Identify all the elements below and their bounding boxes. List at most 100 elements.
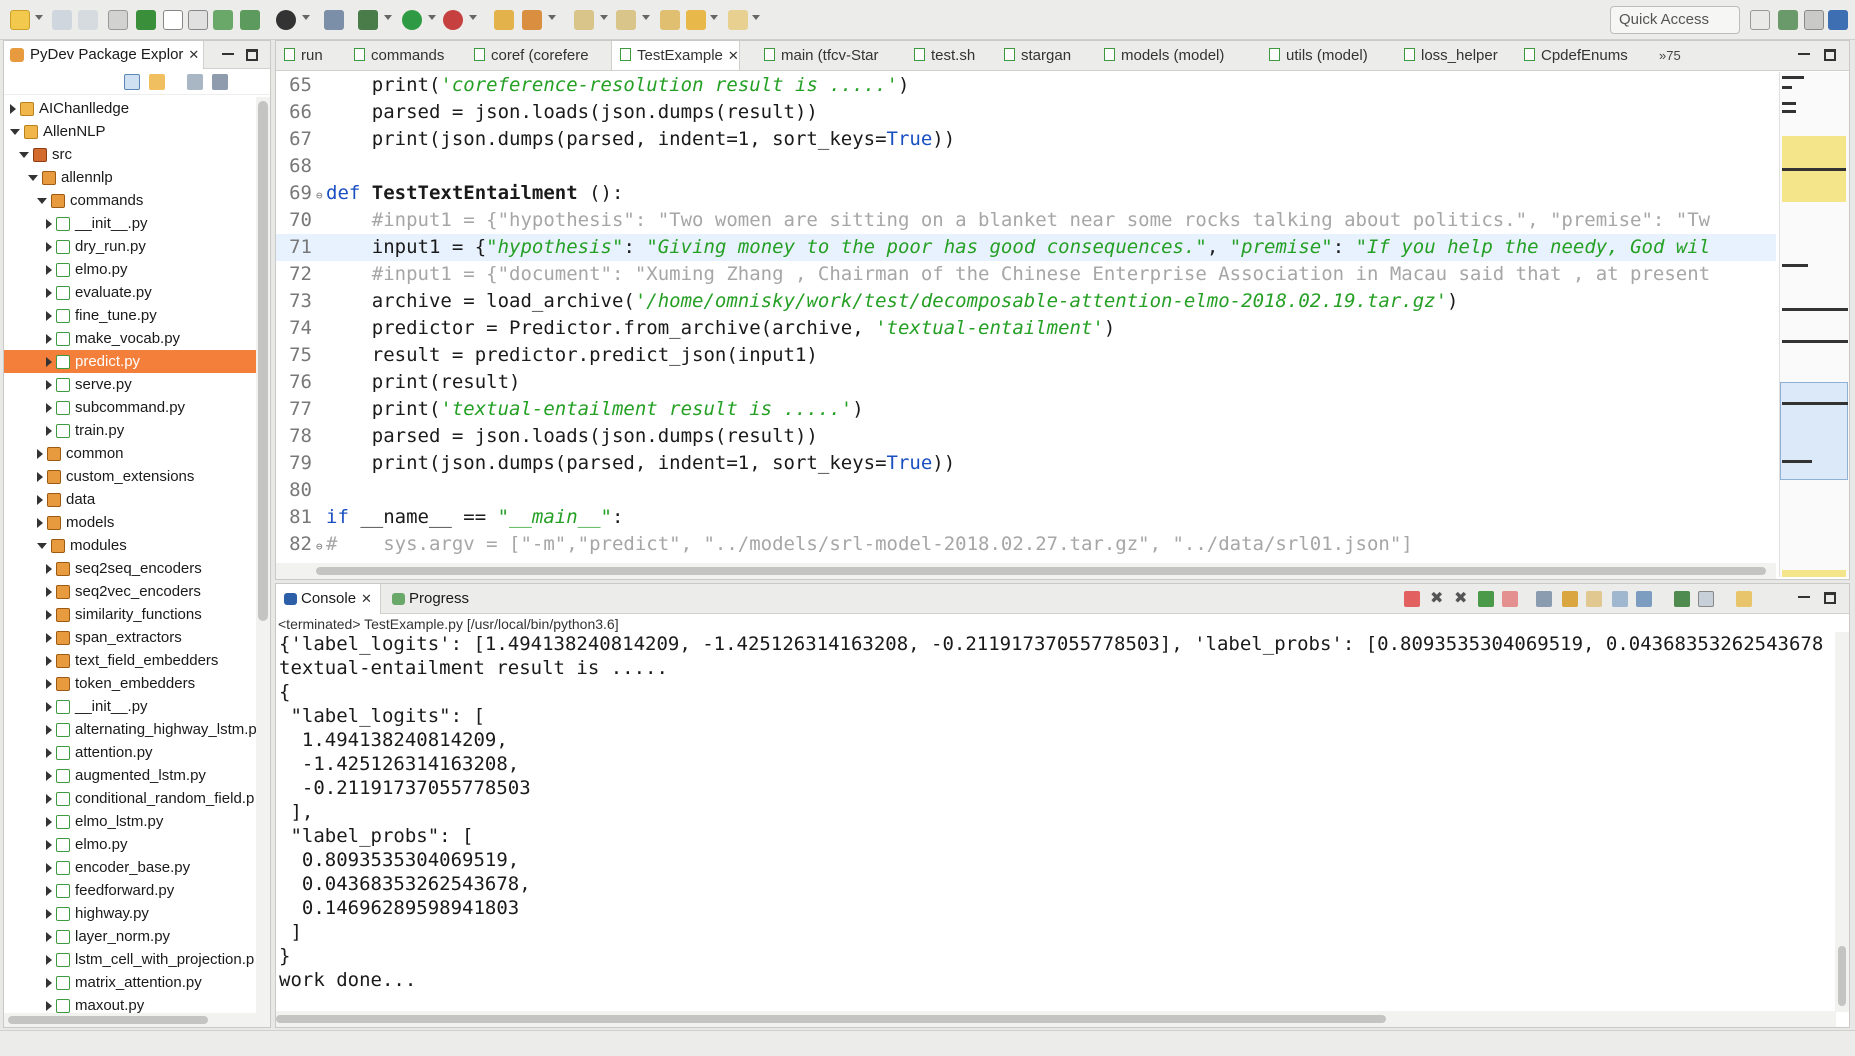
overview-marker[interactable] <box>1782 340 1848 343</box>
link-with-editor-icon[interactable] <box>149 74 165 90</box>
new-console-icon[interactable] <box>1736 591 1752 607</box>
collapsed-arrow-icon[interactable] <box>10 104 16 115</box>
collapsed-arrow-icon[interactable] <box>46 840 52 851</box>
overview-occurrence-marker[interactable] <box>1782 570 1846 577</box>
tree-item[interactable]: AIChanlledge <box>4 97 256 120</box>
collapsed-arrow-icon[interactable] <box>46 242 52 253</box>
collapsed-arrow-icon[interactable] <box>46 955 52 966</box>
pydev-icon[interactable] <box>213 10 233 30</box>
tree-item[interactable]: layer_norm.py <box>4 925 256 948</box>
next-annotation-dropdown-icon[interactable] <box>600 15 608 20</box>
tree-vertical-scroll-thumb[interactable] <box>258 101 268 621</box>
collapsed-arrow-icon[interactable] <box>46 633 52 644</box>
expanded-arrow-icon[interactable] <box>10 129 20 136</box>
console-vertical-scrollbar[interactable] <box>1835 632 1849 1012</box>
minimize-icon[interactable] <box>222 49 234 55</box>
tab-overflow-indicator[interactable]: »75 <box>1659 48 1681 63</box>
console-horizontal-scroll-thumb[interactable] <box>276 1015 1386 1023</box>
build-icon[interactable] <box>324 10 344 30</box>
tab-console[interactable]: Console ✕ <box>276 584 381 614</box>
external-tools-icon[interactable] <box>443 10 463 30</box>
collapsed-arrow-icon[interactable] <box>46 978 52 989</box>
collapsed-arrow-icon[interactable] <box>46 610 52 621</box>
code-line[interactable]: 66 parsed = json.loads(json.dumps(result… <box>276 99 1776 126</box>
code-line[interactable]: 70 #input1 = {"hypothesis": "Two women a… <box>276 207 1776 234</box>
editor-tab[interactable]: models (model) <box>1096 41 1224 70</box>
editor-tab[interactable]: run <box>276 41 323 70</box>
tree-item[interactable]: src <box>4 143 256 166</box>
expanded-arrow-icon[interactable] <box>28 175 38 182</box>
editor-tab[interactable]: test.sh <box>906 41 975 70</box>
pin-console-icon[interactable] <box>1636 591 1652 607</box>
tree-item[interactable]: elmo.py <box>4 833 256 856</box>
new-dropdown-icon[interactable] <box>35 15 43 20</box>
tree-item[interactable]: seq2seq_encoders <box>4 557 256 580</box>
console-vertical-scroll-thumb[interactable] <box>1838 946 1846 1006</box>
collapse-all-icon[interactable] <box>124 74 140 90</box>
tree-item[interactable]: commands <box>4 189 256 212</box>
editor-tab[interactable]: main (tfcv-Star <box>756 41 879 70</box>
forward-icon[interactable] <box>728 10 748 30</box>
collapsed-arrow-icon[interactable] <box>46 219 52 230</box>
collapsed-arrow-icon[interactable] <box>46 564 52 575</box>
open-type-icon[interactable] <box>163 10 183 30</box>
collapsed-arrow-icon[interactable] <box>46 886 52 897</box>
code-line[interactable]: 72 #input1 = {"document": "Xuming Zhang … <box>276 261 1776 288</box>
tree-item[interactable]: data <box>4 488 256 511</box>
previous-annotation-icon[interactable] <box>616 10 636 30</box>
close-icon[interactable]: ✕ <box>361 591 372 606</box>
tree-item[interactable]: AllenNLP <box>4 120 256 143</box>
relaunch-icon[interactable] <box>1478 591 1494 607</box>
console-output[interactable]: {'label_logits': [1.494138240814209, -1.… <box>279 632 1839 1002</box>
code-line[interactable]: 71 input1 = {"hypothesis": "Giving money… <box>276 234 1776 261</box>
tree-item[interactable]: seq2vec_encoders <box>4 580 256 603</box>
search-dropdown-icon[interactable] <box>548 15 556 20</box>
tree-item[interactable]: serve.py <box>4 373 256 396</box>
code-line[interactable]: 79 print(json.dumps(parsed, indent=1, so… <box>276 450 1776 477</box>
console-icon[interactable] <box>188 10 208 30</box>
debug-icon[interactable] <box>358 10 378 30</box>
collapsed-arrow-icon[interactable] <box>37 472 43 483</box>
tree-item[interactable]: common <box>4 442 256 465</box>
filter-icon[interactable] <box>187 74 203 90</box>
tree-item[interactable]: lstm_cell_with_projection.p <box>4 948 256 971</box>
collapsed-arrow-icon[interactable] <box>46 725 52 736</box>
tree-item[interactable]: highway.py <box>4 902 256 925</box>
code-editor[interactable]: 65 print('coreference-resolution result … <box>276 72 1776 562</box>
code-line[interactable]: 68 <box>276 153 1776 180</box>
tree-item[interactable]: predict.py <box>4 350 256 373</box>
close-icon[interactable]: ✕ <box>188 47 199 62</box>
user-dropdown-icon[interactable] <box>302 15 310 20</box>
console-minimize-icon[interactable] <box>1798 592 1810 598</box>
tree-item[interactable]: elmo_lstm.py <box>4 810 256 833</box>
python-perspective-icon[interactable] <box>1828 10 1848 30</box>
debug-dropdown-icon[interactable] <box>384 15 392 20</box>
collapsed-arrow-icon[interactable] <box>46 771 52 782</box>
code-line[interactable]: 74 predictor = Predictor.from_archive(ar… <box>276 315 1776 342</box>
tree-item[interactable]: augmented_lstm.py <box>4 764 256 787</box>
console-horizontal-scrollbar[interactable] <box>276 1011 1836 1027</box>
external-tools-dropdown-icon[interactable] <box>469 15 477 20</box>
tree-item[interactable]: text_field_embedders <box>4 649 256 672</box>
tab-progress[interactable]: Progress <box>384 584 477 614</box>
collapsed-arrow-icon[interactable] <box>46 403 52 414</box>
overview-marker[interactable] <box>1782 110 1796 113</box>
collapsed-arrow-icon[interactable] <box>46 288 52 299</box>
tree-item[interactable]: token_embedders <box>4 672 256 695</box>
editor-tab[interactable]: utils (model) <box>1261 41 1368 70</box>
console-maximize-icon[interactable] <box>1824 592 1836 604</box>
collapsed-arrow-icon[interactable] <box>46 357 52 368</box>
tree-item[interactable]: conditional_random_field.p <box>4 787 256 810</box>
run-icon[interactable] <box>402 10 422 30</box>
tree-item[interactable]: __init__.py <box>4 212 256 235</box>
maximize-icon[interactable] <box>246 49 258 61</box>
collapsed-arrow-icon[interactable] <box>46 748 52 759</box>
editor-tab[interactable]: stargan <box>996 41 1071 70</box>
open-perspective-icon[interactable] <box>1750 10 1770 30</box>
overview-visible-range[interactable] <box>1780 382 1848 480</box>
pydev-perspective-icon[interactable] <box>1778 10 1798 30</box>
close-icon[interactable]: ✕ <box>728 48 739 63</box>
collapsed-arrow-icon[interactable] <box>46 334 52 345</box>
back-icon[interactable] <box>686 10 706 30</box>
tree-item[interactable]: subcommand.py <box>4 396 256 419</box>
